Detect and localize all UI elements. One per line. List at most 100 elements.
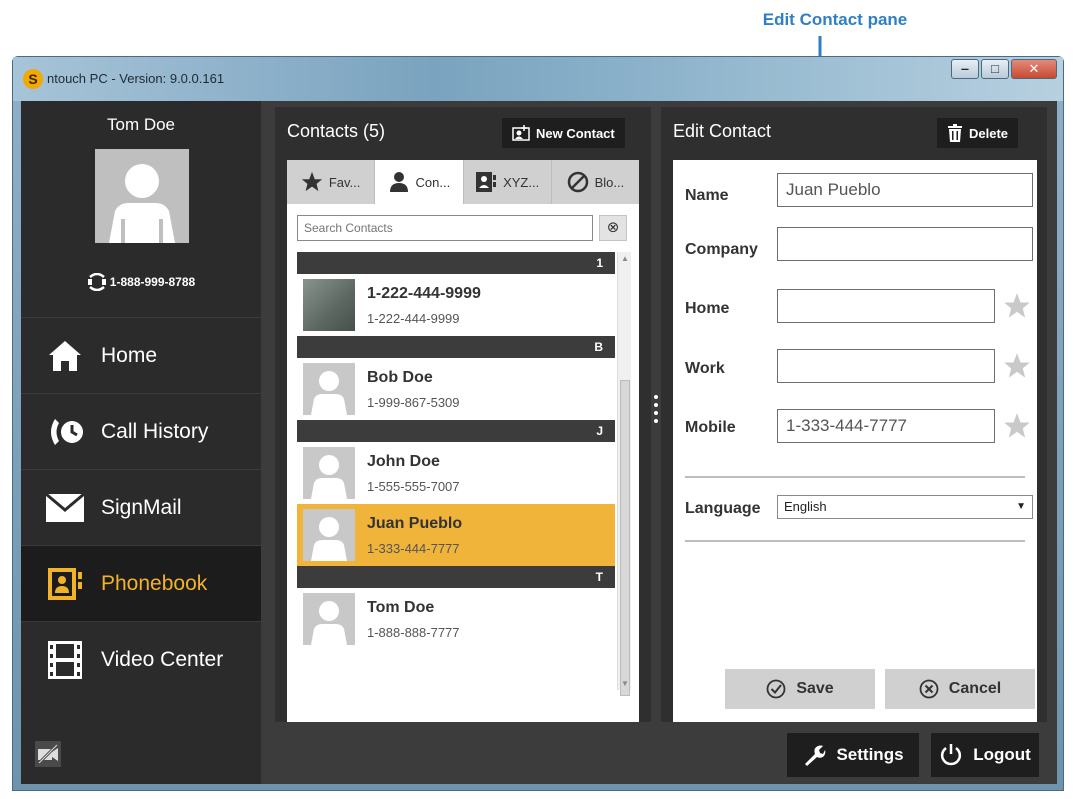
- logout-button[interactable]: Logout: [931, 733, 1039, 777]
- cancel-button[interactable]: Cancel: [885, 669, 1035, 709]
- tab-xyz[interactable]: XYZ...: [464, 160, 552, 204]
- section-header: B: [297, 336, 615, 358]
- nav-item-call-history[interactable]: Call History: [21, 393, 261, 469]
- tab-label: Fav...: [328, 174, 361, 190]
- phonebook-icon: [45, 564, 85, 604]
- list-item[interactable]: Tom Doe 1-888-888-7777: [297, 588, 615, 650]
- film-icon: [45, 640, 85, 680]
- cancel-label: Cancel: [948, 680, 1002, 697]
- contact-text: John Doe 1-555-555-7007: [367, 453, 460, 494]
- home-favorite-star-icon[interactable]: [1003, 292, 1031, 320]
- mobile-phone-field[interactable]: [777, 409, 995, 443]
- settings-label: Settings: [836, 745, 904, 764]
- list-item[interactable]: John Doe 1-555-555-7007: [297, 442, 615, 504]
- language-select[interactable]: English ▼: [777, 495, 1033, 519]
- person-silhouette-icon: [311, 371, 347, 415]
- tab-favorites[interactable]: Fav...: [287, 160, 376, 204]
- nav-item-label: Call History: [101, 419, 209, 443]
- section-header: T: [297, 566, 615, 588]
- contacts-tabs: Fav... Con... XYZ... Blo...: [287, 160, 639, 204]
- nav-menu: Home Call History SignMail Phonebook Vid…: [21, 317, 261, 697]
- search-input[interactable]: [297, 215, 593, 241]
- sidebar: Tom Doe 1-888-999-8788 Home Call History…: [21, 101, 261, 784]
- section-header: J: [297, 420, 615, 442]
- list-item[interactable]: Bob Doe 1-999-867-5309: [297, 358, 615, 420]
- app-logo-icon: S: [23, 69, 43, 89]
- contact-phone: 1-888-888-7777: [367, 624, 460, 640]
- person-silhouette-icon: [311, 455, 347, 499]
- close-icon: ✕: [1028, 61, 1040, 76]
- new-contact-icon: [512, 125, 530, 141]
- minimize-icon: ‒: [961, 61, 969, 76]
- settings-button[interactable]: Settings: [787, 733, 919, 777]
- section-header: 1: [297, 252, 615, 274]
- contact-name: 1-222-444-9999: [367, 284, 481, 302]
- contacts-panel: Contacts (5) New Contact Fav... Con... X…: [275, 107, 651, 722]
- user-phone-number: 1-888-999-8788: [109, 275, 196, 289]
- star-icon: [301, 171, 322, 192]
- nav-item-signmail[interactable]: SignMail: [21, 469, 261, 545]
- nav-item-video-center[interactable]: Video Center: [21, 621, 261, 697]
- nav-item-label: Video Center: [101, 647, 224, 671]
- pane-splitter[interactable]: [653, 391, 659, 451]
- save-label: Save: [796, 680, 834, 697]
- scroll-thumb[interactable]: [620, 380, 630, 696]
- camera-off-icon: [37, 743, 59, 765]
- user-avatar[interactable]: [95, 149, 189, 243]
- contact-phone: 1-333-444-7777: [367, 540, 460, 556]
- delete-label: Delete: [969, 125, 1009, 141]
- chevron-down-icon: ▼: [1016, 501, 1026, 512]
- tab-label: XYZ...: [503, 174, 540, 190]
- edit-contact-panel: Edit Contact Delete Name Company Home Wo…: [661, 107, 1047, 722]
- contact-list: 1 1-222-444-9999 1-222-444-9999 B Bob Do…: [297, 252, 615, 690]
- contact-phone: 1-999-867-5309: [367, 394, 460, 410]
- scroll-up-icon[interactable]: ▲: [618, 254, 632, 263]
- close-button[interactable]: ✕: [1011, 59, 1057, 79]
- contact-avatar: [303, 509, 355, 561]
- home-phone-field[interactable]: [777, 289, 995, 323]
- edit-contact-title: Edit Contact: [673, 121, 772, 141]
- nav-item-phonebook[interactable]: Phonebook: [21, 545, 261, 621]
- contact-phone: 1-555-555-7007: [367, 478, 460, 494]
- contact-avatar: [303, 447, 355, 499]
- contact-name: John Doe: [367, 452, 440, 470]
- clear-icon: ⊗: [606, 219, 620, 236]
- contact-avatar: [303, 593, 355, 645]
- person-silhouette-icon: [109, 164, 175, 243]
- power-icon: [941, 744, 962, 766]
- call-history-icon: [45, 412, 85, 452]
- contact-list-scrollbar[interactable]: ▲ ▼: [617, 252, 632, 696]
- work-phone-field[interactable]: [777, 349, 995, 383]
- maximize-button[interactable]: □: [981, 59, 1009, 79]
- contact-name: Tom Doe: [367, 598, 435, 616]
- contact-name: Bob Doe: [367, 368, 433, 386]
- camera-off-button[interactable]: [35, 741, 61, 767]
- list-item[interactable]: 1-222-444-9999 1-222-444-9999: [297, 274, 615, 336]
- contact-avatar: [303, 363, 355, 415]
- work-favorite-star-icon[interactable]: [1003, 352, 1031, 380]
- tab-blocked[interactable]: Blo...: [552, 160, 639, 204]
- scroll-down-icon[interactable]: ▼: [618, 679, 632, 688]
- minimize-button[interactable]: ‒: [951, 59, 979, 79]
- phone-ring-icon: [87, 273, 106, 291]
- title-bar[interactable]: S ntouch PC - Version: 9.0.0.161 ‒ □ ✕: [13, 57, 1063, 101]
- edit-contact-form: Name Company Home Work Mobile Language E…: [673, 160, 1037, 722]
- search-clear-button[interactable]: ⊗: [599, 215, 627, 241]
- tab-contacts[interactable]: Con...: [375, 160, 464, 204]
- name-field[interactable]: [777, 173, 1033, 207]
- delete-button[interactable]: Delete: [937, 118, 1019, 148]
- language-value: English: [784, 499, 827, 514]
- contact-text: Juan Pueblo 1-333-444-7777: [367, 515, 462, 556]
- contacts-title: Contacts (5): [287, 121, 386, 141]
- company-field[interactable]: [777, 227, 1033, 261]
- nav-item-label: Home: [101, 343, 158, 367]
- list-item-selected[interactable]: Juan Pueblo 1-333-444-7777: [297, 504, 615, 566]
- app-window: S ntouch PC - Version: 9.0.0.161 ‒ □ ✕ T…: [12, 56, 1064, 791]
- company-label: Company: [685, 241, 758, 258]
- new-contact-button[interactable]: New Contact: [502, 118, 625, 148]
- mobile-favorite-star-icon[interactable]: [1003, 412, 1031, 440]
- nav-item-home[interactable]: Home: [21, 317, 261, 393]
- person-silhouette-icon: [311, 601, 347, 645]
- wrench-icon: [805, 745, 826, 766]
- save-button[interactable]: Save: [725, 669, 875, 709]
